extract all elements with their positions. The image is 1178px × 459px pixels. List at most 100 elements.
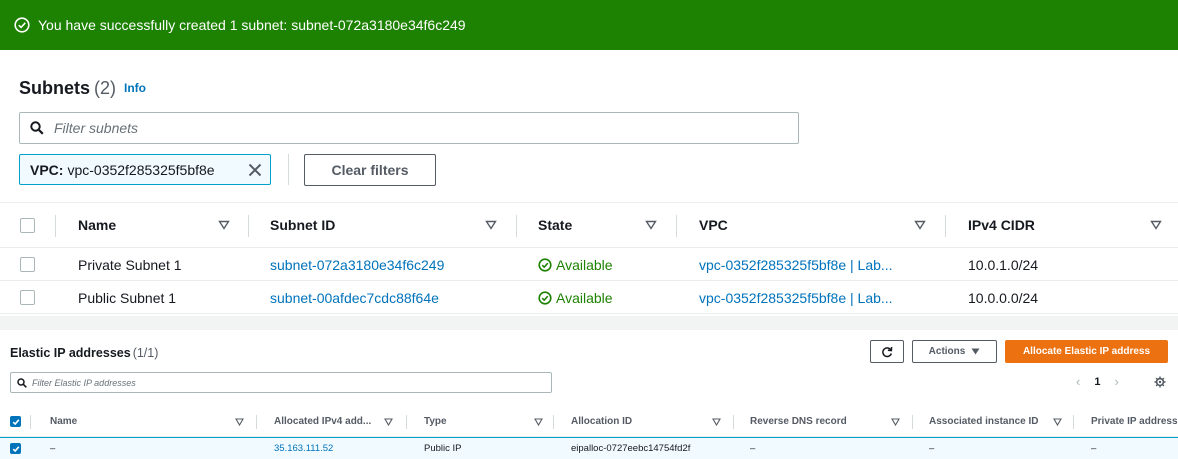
table-row[interactable]: Public Subnet 1 subnet-00afdec7cdc88f64e… bbox=[0, 282, 1178, 314]
vpc-filter-token: VPC: vpc-0352f285325f5bf8e bbox=[19, 154, 271, 185]
vpc-link[interactable]: vpc-0352f285325f5bf8e | Lab... bbox=[699, 282, 893, 313]
elastic-ip-table-header: Name Allocated IPv4 add... Type Allocati… bbox=[0, 407, 1178, 437]
checkmark-icon bbox=[12, 445, 19, 452]
sort-down-icon[interactable] bbox=[534, 418, 543, 426]
select-all-checkbox[interactable] bbox=[10, 416, 21, 427]
table-row[interactable]: Private Subnet 1 subnet-072a3180e34f6c24… bbox=[0, 249, 1178, 281]
token-key: VPC: bbox=[30, 161, 64, 178]
sort-down-icon[interactable] bbox=[485, 220, 497, 230]
eip-name: – bbox=[50, 443, 56, 454]
subnet-name: Private Subnet 1 bbox=[78, 256, 182, 273]
refresh-icon bbox=[882, 346, 893, 357]
col-header-reverse-dns[interactable]: Reverse DNS record bbox=[750, 407, 847, 436]
col-header-name[interactable]: Name bbox=[78, 203, 116, 247]
col-header-associated-instance[interactable]: Associated instance ID bbox=[929, 407, 1038, 436]
close-icon[interactable] bbox=[248, 163, 262, 177]
filter-elastic-ip-input[interactable] bbox=[32, 377, 532, 388]
page-next-button[interactable]: › bbox=[1114, 374, 1118, 389]
state-cell: Available bbox=[538, 282, 613, 313]
check-circle-icon bbox=[538, 257, 552, 272]
column-separator bbox=[1073, 415, 1074, 429]
filter-subnets-input[interactable] bbox=[54, 120, 754, 136]
col-header-allocation-id[interactable]: Allocation ID bbox=[571, 407, 632, 436]
column-separator bbox=[30, 415, 31, 429]
associated-instance-id: – bbox=[929, 443, 935, 454]
eip-type: Public IP bbox=[424, 443, 462, 454]
success-banner: You have successfully created 1 subnet: … bbox=[0, 0, 1178, 50]
subnet-id-link[interactable]: subnet-00afdec7cdc88f64e bbox=[270, 282, 439, 313]
row-select-cell bbox=[10, 438, 21, 459]
banner-message: You have successfully created 1 subnet: … bbox=[38, 17, 466, 33]
sort-down-icon[interactable] bbox=[384, 418, 393, 426]
row-checkbox[interactable] bbox=[20, 290, 35, 305]
col-header-private-ip[interactable]: Private IP address bbox=[1091, 407, 1178, 436]
sort-down-icon[interactable] bbox=[235, 418, 244, 426]
state-cell: Available bbox=[538, 249, 613, 280]
col-header-type[interactable]: Type bbox=[424, 407, 447, 436]
allocation-id: eipalloc-0727eebc14754fd2f bbox=[571, 443, 691, 454]
elastic-ip-title: Elastic IP addresses (1/1) bbox=[10, 346, 158, 360]
column-separator bbox=[248, 215, 249, 237]
subnet-id-link[interactable]: subnet-072a3180e34f6c249 bbox=[270, 249, 444, 280]
column-separator bbox=[553, 415, 554, 429]
sort-down-icon[interactable] bbox=[1150, 220, 1162, 230]
clear-filters-button[interactable]: Clear filters bbox=[304, 154, 436, 186]
vpc-link[interactable]: vpc-0352f285325f5bf8e | Lab... bbox=[699, 249, 893, 280]
subnets-title: Subnets (2) Info bbox=[19, 78, 146, 99]
ipv4-cidr: 10.0.1.0/24 bbox=[968, 256, 1039, 273]
allocated-ip-link[interactable]: 35.163.111.52 bbox=[274, 438, 333, 459]
check-circle-icon bbox=[538, 290, 552, 305]
sort-down-icon[interactable] bbox=[645, 220, 657, 230]
col-header-ipv4-cidr[interactable]: IPv4 CIDR bbox=[968, 203, 1035, 247]
pagination: ‹ 1 › bbox=[1076, 374, 1133, 389]
row-select-cell bbox=[20, 282, 35, 313]
row-checkbox[interactable] bbox=[10, 443, 21, 454]
check-circle-icon bbox=[14, 17, 30, 33]
reverse-dns: – bbox=[750, 443, 756, 454]
sort-down-icon[interactable] bbox=[1053, 418, 1062, 426]
subnets-title-text: Subnets bbox=[19, 78, 91, 98]
state-text: Available bbox=[556, 256, 613, 273]
filter-subnets-field[interactable] bbox=[19, 112, 799, 144]
panel-gap bbox=[0, 316, 1178, 330]
column-separator bbox=[516, 215, 517, 237]
row-checkbox[interactable] bbox=[20, 257, 35, 272]
select-all-checkbox[interactable] bbox=[20, 217, 35, 233]
column-separator bbox=[256, 415, 257, 429]
token-value: vpc-0352f285325f5bf8e bbox=[67, 161, 215, 178]
sort-down-icon[interactable] bbox=[914, 220, 926, 230]
allocate-elastic-ip-button[interactable]: Allocate Elastic IP address bbox=[1005, 340, 1168, 363]
actions-label: Actions bbox=[928, 346, 966, 357]
column-separator bbox=[733, 415, 734, 429]
select-all-cell bbox=[10, 407, 21, 436]
info-link[interactable]: Info bbox=[124, 81, 146, 95]
table-row[interactable]: – 35.163.111.52 Public IP eipalloc-0727e… bbox=[0, 437, 1178, 459]
col-header-vpc[interactable]: VPC bbox=[699, 203, 728, 247]
ipv4-cidr: 10.0.0.0/24 bbox=[968, 289, 1039, 306]
column-separator bbox=[55, 215, 56, 237]
column-separator bbox=[912, 415, 913, 429]
sort-down-icon[interactable] bbox=[218, 220, 230, 230]
subnets-panel: Subnets(2) Info VPC: vpc-0352f285325f5bf8… bbox=[0, 50, 1178, 316]
filter-divider bbox=[288, 154, 289, 185]
sort-down-icon[interactable] bbox=[712, 418, 721, 426]
page-prev-button[interactable]: ‹ bbox=[1076, 374, 1080, 389]
gear-icon[interactable] bbox=[1154, 376, 1166, 388]
col-header-state[interactable]: State bbox=[538, 203, 572, 247]
actions-dropdown-button[interactable]: Actions bbox=[912, 340, 997, 363]
col-header-allocated-ipv4[interactable]: Allocated IPv4 add... bbox=[274, 407, 371, 436]
filter-elastic-ip-field[interactable] bbox=[10, 372, 552, 393]
private-ip: – bbox=[1091, 443, 1097, 454]
col-header-subnet-id[interactable]: Subnet ID bbox=[270, 203, 335, 247]
caret-down-icon bbox=[971, 348, 980, 355]
checkmark-icon bbox=[12, 418, 19, 425]
page-number[interactable]: 1 bbox=[1094, 376, 1100, 388]
subnet-name: Public Subnet 1 bbox=[78, 289, 177, 306]
search-icon bbox=[30, 121, 44, 135]
col-header-name[interactable]: Name bbox=[50, 407, 77, 436]
subnets-count: (2) bbox=[94, 78, 117, 98]
refresh-button[interactable] bbox=[870, 340, 904, 363]
subnets-table-header: Name Subnet ID State VPC IPv4 CIDR bbox=[0, 202, 1178, 248]
sort-down-icon[interactable] bbox=[891, 418, 900, 426]
column-separator bbox=[676, 215, 677, 237]
